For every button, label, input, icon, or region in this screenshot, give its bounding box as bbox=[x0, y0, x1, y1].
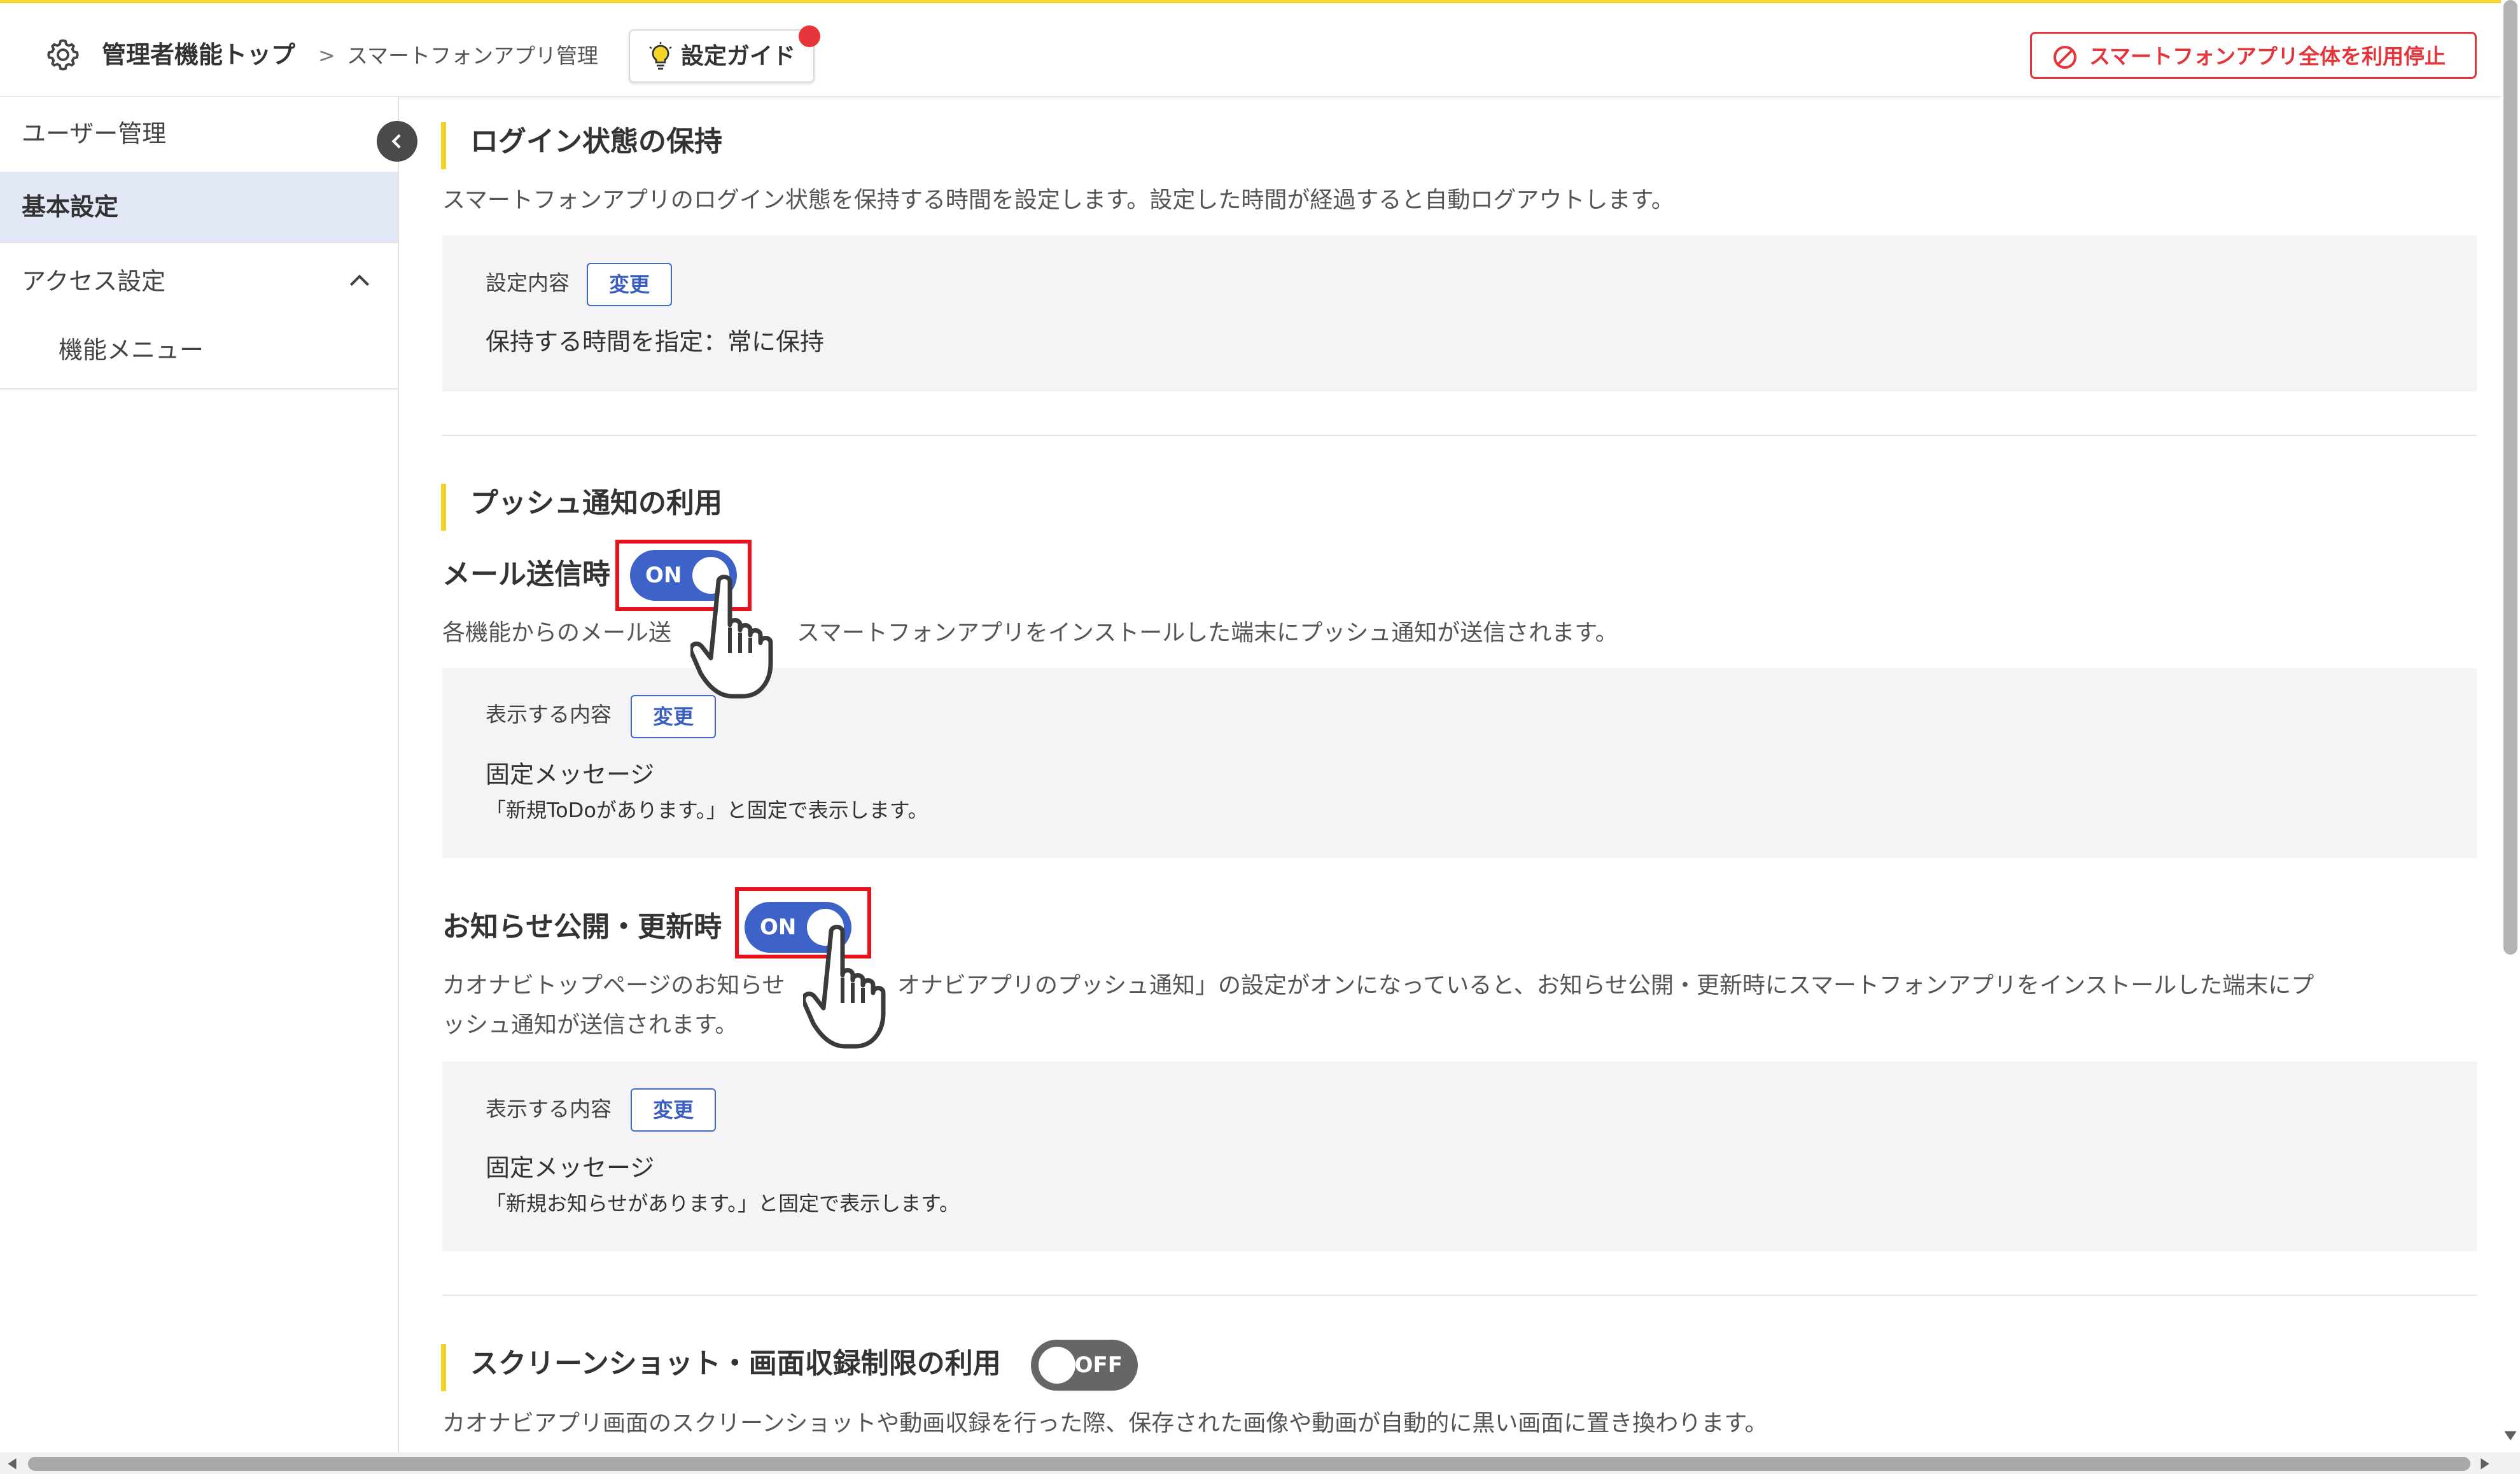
setting-guide-label: 設定ガイド bbox=[681, 43, 796, 69]
admin-top-link[interactable]: 管理者機能トップ bbox=[102, 38, 295, 71]
section-heading-screenshot: スクリーンショット・画面収録制限の利用 bbox=[441, 1344, 1001, 1391]
toggle-state-label: ON bbox=[645, 563, 682, 588]
change-button[interactable]: 変更 bbox=[587, 263, 672, 306]
sidebar-item-basic-settings[interactable]: 基本設定 bbox=[0, 172, 398, 242]
display-content-label: 表示する内容 bbox=[486, 1097, 612, 1121]
stop-app-button[interactable]: スマートフォンアプリ全体を利用停止 bbox=[2030, 32, 2477, 79]
section-heading-push: プッシュ通知の利用 bbox=[441, 484, 722, 531]
mail-push-sub: 「新規ToDoがあります。」と固定で表示します。 bbox=[486, 798, 928, 822]
breadcrumb-current: スマートフォンアプリ管理 bbox=[347, 43, 599, 68]
sidebar-divider bbox=[0, 242, 398, 243]
login-settings-box: 設定内容 変更 保持する時間を指定：常に保持 bbox=[442, 235, 2477, 391]
sidebar-divider bbox=[0, 388, 398, 390]
horizontal-scrollbar-thumb[interactable] bbox=[28, 1457, 2470, 1471]
notice-description-start: カオナビトップページのお知らせ bbox=[442, 972, 785, 999]
notice-description-end: オナビアプリのプッシュ通知」の設定がオンになっていると、お知らせ公開・更新時にス… bbox=[897, 972, 2314, 999]
mail-send-label: メール送信時 bbox=[442, 558, 610, 591]
login-setting-value: 保持する時間を指定：常に保持 bbox=[486, 328, 825, 356]
settings-content-label: 設定内容 bbox=[486, 270, 570, 295]
sidebar: ユーザー管理 基本設定 アクセス設定 機能メニュー bbox=[0, 97, 399, 1452]
sidebar-item-function-menu[interactable]: 機能メニュー bbox=[0, 332, 398, 368]
scroll-left-arrow-icon[interactable] bbox=[5, 1456, 19, 1471]
notification-dot bbox=[799, 25, 820, 47]
mail-description-start: 各機能からのメール送 bbox=[442, 620, 672, 646]
screenshot-description: カオナビアプリ画面のスクリーンショットや動画収録を行った際、保存された画像や動画… bbox=[442, 1410, 1768, 1436]
display-content-label: 表示する内容 bbox=[486, 702, 612, 727]
section-heading-login: ログイン状態の保持 bbox=[441, 122, 722, 169]
notice-push-content-box: 表示する内容 変更 固定メッセージ 「新規お知らせがあります。」と固定で表示しま… bbox=[442, 1062, 2477, 1251]
notice-description-line2: ッシュ通知が送信されます。 bbox=[442, 1012, 738, 1038]
section-divider bbox=[442, 1295, 2477, 1296]
gear-icon[interactable] bbox=[45, 36, 81, 73]
sidebar-item-user-management[interactable]: ユーザー管理 bbox=[0, 116, 398, 151]
notice-push-sub: 「新規お知らせがあります。」と固定で表示します。 bbox=[486, 1191, 960, 1216]
sidebar-item-label: アクセス設定 bbox=[22, 267, 166, 295]
section-divider bbox=[442, 435, 2477, 436]
hand-pointer-icon bbox=[803, 925, 886, 1049]
setting-guide-button[interactable]: 設定ガイド bbox=[629, 29, 815, 83]
sidebar-collapse-button[interactable] bbox=[377, 121, 417, 162]
mail-description-end: スマートフォンアプリをインストールした端末にプッシュ通知が送信されます。 bbox=[797, 620, 1618, 646]
notice-update-label: お知らせ公開・更新時 bbox=[442, 911, 722, 943]
chevron-up-icon[interactable] bbox=[349, 274, 370, 288]
notice-push-value: 固定メッセージ bbox=[486, 1154, 655, 1182]
toggle-knob bbox=[1039, 1347, 1075, 1384]
lightbulb-icon bbox=[649, 42, 672, 70]
breadcrumb-chevron-icon: > bbox=[318, 43, 335, 67]
sidebar-item-access-settings[interactable]: アクセス設定 bbox=[0, 263, 398, 299]
mail-push-value: 固定メッセージ bbox=[486, 761, 655, 789]
toggle-state-label: OFF bbox=[1074, 1352, 1123, 1378]
scroll-right-arrow-icon[interactable] bbox=[2478, 1456, 2492, 1471]
toggle-state-label: ON bbox=[760, 915, 797, 940]
hand-pointer-icon bbox=[690, 575, 773, 699]
change-button[interactable]: 変更 bbox=[631, 1088, 716, 1132]
top-header: 管理者機能トップ > スマートフォンアプリ管理 設定ガイド スマートフォンアプリ… bbox=[0, 3, 2501, 97]
login-description: スマートフォンアプリのログイン状態を保持する時間を設定します。設定した時間が経過… bbox=[442, 187, 1674, 213]
prohibit-icon bbox=[2054, 46, 2076, 69]
scroll-down-arrow-icon[interactable] bbox=[2503, 1428, 2518, 1443]
chevron-left-icon bbox=[391, 134, 401, 149]
vertical-scrollbar-thumb[interactable] bbox=[2503, 0, 2517, 955]
stop-app-label: スマートフォンアプリ全体を利用停止 bbox=[2089, 44, 2446, 69]
screenshot-limit-toggle[interactable]: OFF bbox=[1031, 1340, 1138, 1391]
